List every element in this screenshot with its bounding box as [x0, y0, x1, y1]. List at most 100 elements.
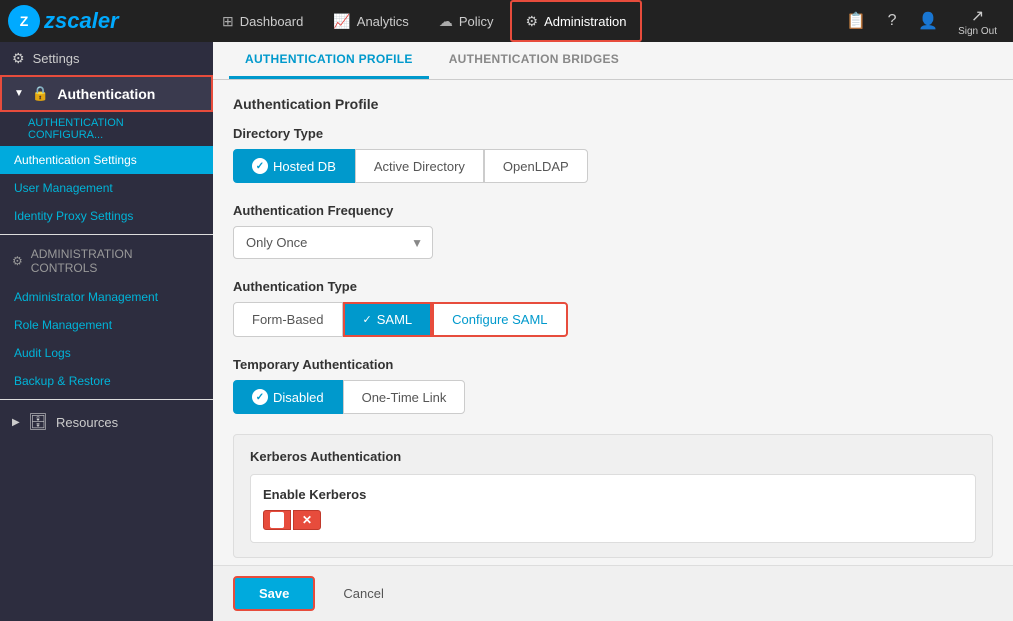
one-time-link-label: One-Time Link: [362, 390, 447, 405]
enable-kerberos-label: Enable Kerberos: [263, 487, 963, 502]
nav-item-administration[interactable]: ⚙ Administration: [510, 0, 643, 42]
identity-proxy-label: Identity Proxy Settings: [14, 209, 133, 223]
kerberos-title: Kerberos Authentication: [250, 449, 976, 464]
temp-auth-label: Temporary Authentication: [233, 357, 993, 372]
auth-frequency-group: Authentication Frequency Only Once Every…: [233, 203, 993, 259]
signout-button[interactable]: ↗ Sign Out: [950, 6, 1005, 37]
admin-controls-icon: ⚙: [12, 254, 23, 268]
auth-type-label: Authentication Type: [233, 279, 993, 294]
temp-auth-buttons: ✓ Disabled One-Time Link: [233, 380, 993, 414]
auth-settings-label: Authentication Settings: [14, 153, 137, 167]
toggle-off-area[interactable]: [263, 510, 291, 530]
checklist-icon[interactable]: 📋: [842, 7, 870, 35]
admin-controls-label: ADMINISTRATION CONTROLS: [31, 247, 201, 275]
directory-type-buttons: ✓ Hosted DB Active Directory OpenLDAP: [233, 149, 993, 183]
btn-active-directory[interactable]: Active Directory: [355, 149, 484, 183]
policy-icon: ☁: [439, 13, 453, 30]
auth-frequency-label: Authentication Frequency: [233, 203, 993, 218]
auth-frequency-select[interactable]: Only Once Every Login Every Session: [233, 226, 433, 259]
hosted-db-label: Hosted DB: [273, 159, 336, 174]
nav-items: ⊞ Dashboard 📈 Analytics ☁ Policy ⚙ Admin…: [208, 0, 842, 42]
tab-auth-profile[interactable]: Authentication Profile: [229, 42, 429, 79]
dashboard-icon: ⊞: [222, 13, 234, 30]
openldap-label: OpenLDAP: [503, 159, 569, 174]
top-navigation: Z zscaler ⊞ Dashboard 📈 Analytics ☁ Poli…: [0, 0, 1013, 42]
auth-lock-icon: 🔒: [32, 85, 49, 102]
logo-area: Z zscaler: [8, 5, 208, 37]
form-content: Authentication Profile Directory Type ✓ …: [213, 80, 1013, 565]
sidebar-auth-config[interactable]: AUTHENTICATION CONFIGURA...: [0, 112, 213, 146]
btn-form-based[interactable]: Form-Based: [233, 302, 343, 337]
tab-auth-bridges[interactable]: Authentication Bridges: [433, 42, 635, 79]
signout-icon: ↗: [971, 6, 984, 26]
btn-saml[interactable]: ✓ SAML: [343, 302, 433, 337]
sidebar-resources-header[interactable]: ▶ 🗄 Resources: [0, 404, 213, 440]
btn-openldap[interactable]: OpenLDAP: [484, 149, 588, 183]
auth-config-label: AUTHENTICATION CONFIGURA...: [28, 117, 124, 141]
logo-text: zscaler: [44, 8, 119, 34]
user-management-label: User Management: [14, 181, 113, 195]
logo-label: zscaler: [44, 8, 119, 34]
administrator-management-label: Administrator Management: [14, 290, 158, 304]
tab-auth-profile-label: Authentication Profile: [245, 52, 413, 66]
kerberos-inner: Enable Kerberos ✕: [250, 474, 976, 543]
nav-item-dashboard[interactable]: ⊞ Dashboard: [208, 0, 317, 42]
audit-logs-label: Audit Logs: [14, 346, 71, 360]
sidebar-role-management[interactable]: Role Management: [0, 311, 213, 339]
active-directory-label: Active Directory: [374, 159, 465, 174]
sidebar-audit-logs[interactable]: Audit Logs: [0, 339, 213, 367]
form-based-label: Form-Based: [252, 312, 324, 327]
sidebar-resources-label: Resources: [56, 415, 118, 430]
cancel-button[interactable]: Cancel: [327, 578, 399, 609]
user-icon[interactable]: 👤: [914, 7, 942, 35]
nav-item-policy[interactable]: ☁ Policy: [425, 0, 508, 42]
settings-gear-icon: ⚙: [12, 50, 25, 67]
backup-restore-label: Backup & Restore: [14, 374, 111, 388]
sidebar: ⚙ Settings ▼ 🔒 Authentication AUTHENTICA…: [0, 42, 213, 621]
sidebar-identity-proxy[interactable]: Identity Proxy Settings: [0, 202, 213, 230]
saml-label: SAML: [377, 312, 412, 327]
auth-type-buttons: Form-Based ✓ SAML Configure SAML: [233, 302, 993, 337]
auth-collapse-icon: ▼: [14, 88, 24, 99]
saml-check-icon: ✓: [363, 313, 372, 326]
directory-type-label: Directory Type: [233, 126, 993, 141]
disabled-check-icon: ✓: [252, 389, 268, 405]
enable-kerberos-toggle[interactable]: ✕: [263, 510, 963, 530]
role-management-label: Role Management: [14, 318, 112, 332]
nav-item-dashboard-label: Dashboard: [240, 14, 304, 29]
help-icon[interactable]: ?: [878, 7, 906, 35]
sidebar-settings-label: Settings: [33, 51, 80, 66]
sidebar-auth-header[interactable]: ▼ 🔒 Authentication: [0, 75, 213, 112]
temp-auth-group: Temporary Authentication ✓ Disabled One-…: [233, 357, 993, 414]
sidebar-settings-header[interactable]: ⚙ Settings: [0, 42, 213, 75]
sidebar-auth-settings[interactable]: Authentication Settings: [0, 146, 213, 174]
sidebar-administrator-management[interactable]: Administrator Management: [0, 283, 213, 311]
sidebar-admin-controls-header[interactable]: ⚙ ADMINISTRATION CONTROLS: [0, 239, 213, 283]
btn-hosted-db[interactable]: ✓ Hosted DB: [233, 149, 355, 183]
save-button[interactable]: Save: [233, 576, 315, 611]
hosted-db-check-icon: ✓: [252, 158, 268, 174]
footer-bar: Save Cancel: [213, 565, 1013, 621]
resources-db-icon: 🗄: [28, 412, 48, 432]
form-section-title: Authentication Profile: [233, 96, 993, 112]
tabs-bar: Authentication Profile Authentication Br…: [213, 42, 1013, 80]
btn-configure-saml[interactable]: Configure SAML: [432, 302, 567, 337]
sidebar-user-management[interactable]: User Management: [0, 174, 213, 202]
configure-saml-label: Configure SAML: [452, 312, 547, 327]
directory-type-group: Directory Type ✓ Hosted DB Active Direct…: [233, 126, 993, 183]
disabled-label: Disabled: [273, 390, 324, 405]
nav-item-analytics[interactable]: 📈 Analytics: [319, 0, 422, 42]
toggle-x-area[interactable]: ✕: [293, 510, 321, 530]
sidebar-auth-label: Authentication: [57, 86, 155, 102]
btn-one-time-link[interactable]: One-Time Link: [343, 380, 466, 414]
analytics-icon: 📈: [333, 13, 350, 30]
resources-expand-icon: ▶: [12, 417, 20, 428]
sidebar-backup-restore[interactable]: Backup & Restore: [0, 367, 213, 395]
btn-disabled[interactable]: ✓ Disabled: [233, 380, 343, 414]
administration-icon: ⚙: [526, 13, 539, 30]
tab-auth-bridges-label: Authentication Bridges: [449, 52, 619, 66]
nav-item-policy-label: Policy: [459, 14, 494, 29]
auth-type-group: Authentication Type Form-Based ✓ SAML Co…: [233, 279, 993, 337]
toggle-handle: [270, 512, 284, 528]
content-area: Authentication Profile Authentication Br…: [213, 42, 1013, 621]
